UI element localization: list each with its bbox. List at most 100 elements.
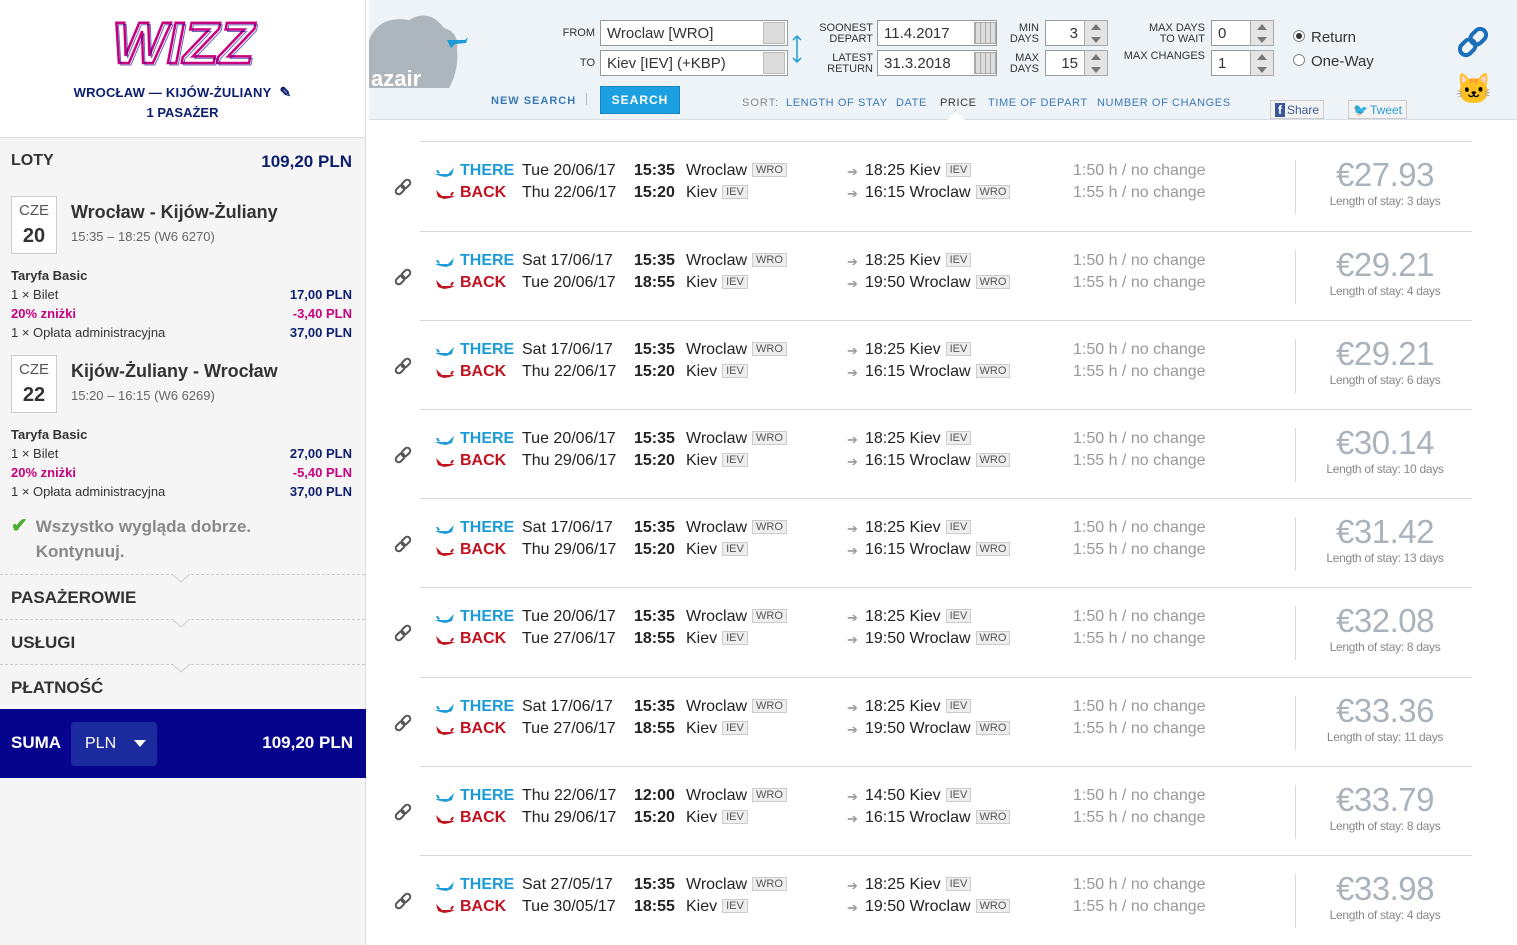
calendar-icon[interactable]	[974, 22, 996, 44]
max-changes-input[interactable]: 1	[1211, 50, 1251, 76]
wizz-logo[interactable]: WIZZ WIZZ	[0, 0, 365, 80]
tweet-button[interactable]: 🐦 Tweet	[1348, 100, 1407, 119]
max-wait-input[interactable]: 0	[1211, 20, 1251, 46]
max-days-input[interactable]: 15	[1045, 50, 1085, 76]
section-payment[interactable]: PŁATNOŚĆ	[0, 664, 365, 709]
depart-time: 15:20	[634, 541, 675, 558]
result-row[interactable]: THERE Tue 20/06/17 15:35 Wroclaw WRO ➔ 18:25 K…	[394, 409, 1472, 498]
price[interactable]: €29.21	[1300, 246, 1470, 284]
azair-logo[interactable]: azair	[369, 10, 469, 91]
result-row[interactable]: THERE Thu 22/06/17 12:00 Wroclaw WRO ➔ 14:50 K…	[394, 766, 1472, 855]
plane-back-icon	[436, 547, 455, 556]
return-radio-label[interactable]: Return	[1311, 29, 1356, 46]
price[interactable]: €33.98	[1300, 870, 1470, 908]
sort-price[interactable]: PRICE	[940, 97, 977, 109]
route-summary[interactable]: WROCŁAW — KIJÓW-ŻULIANY ✎	[0, 84, 365, 101]
arrow-right-icon: ➔	[847, 878, 858, 893]
result-row[interactable]: THERE Tue 20/06/17 15:35 Wroclaw WRO ➔ 18:25 K…	[394, 141, 1472, 230]
depart-time: 15:35	[634, 162, 675, 179]
oneway-radio-label[interactable]: One-Way	[1311, 53, 1374, 70]
arrival: 18:25 Kiev IEV	[865, 608, 972, 626]
segment-date: Sat 27/05/17	[522, 876, 613, 893]
price[interactable]: €33.79	[1300, 781, 1470, 819]
divider	[1295, 339, 1296, 393]
link-icon[interactable]	[393, 267, 413, 287]
airport-picker-icon[interactable]	[763, 52, 785, 74]
result-row[interactable]: THERE Sat 17/06/17 15:35 Wroclaw WRO ➔ 18:25 K…	[394, 498, 1472, 587]
arrival: 18:25 Kiev IEV	[865, 698, 972, 716]
segment-date: Tue 30/05/17	[522, 898, 616, 915]
segment-date: Tue 27/06/17	[522, 720, 616, 737]
depart-city: Wroclaw WRO	[686, 698, 787, 716]
calendar-icon[interactable]	[974, 52, 996, 74]
from-input[interactable]: Wroclaw [WRO]	[600, 20, 788, 46]
link-icon[interactable]	[393, 623, 413, 643]
max-wait-stepper[interactable]	[1250, 20, 1274, 46]
sort-length-of-stay[interactable]: LENGTH OF STAY	[786, 97, 888, 109]
link-icon[interactable]	[393, 802, 413, 822]
plane-out-icon	[435, 882, 454, 891]
back-segment: BACK Thu 22/06/17 15:20 Kiev IEV ➔ 16:15 Wrocl…	[435, 184, 1295, 205]
sort-time-of-depart[interactable]: TIME OF DEPART	[988, 97, 1088, 109]
airport-code: WRO	[975, 185, 1011, 199]
min-days-input[interactable]: 3	[1045, 20, 1085, 46]
leg-title: Kijów-Żuliany - Wrocław	[71, 361, 278, 381]
price[interactable]: €29.21	[1300, 335, 1470, 373]
edit-pencil-icon[interactable]: ✎	[279, 84, 291, 101]
depart-time: 15:20	[634, 452, 675, 469]
arrow-right-icon: ➔	[847, 164, 858, 179]
plane-back-icon	[436, 369, 455, 378]
oneway-radio[interactable]	[1293, 54, 1305, 66]
result-row[interactable]: THERE Sat 17/06/17 15:35 Wroclaw WRO ➔ 18:25 K…	[394, 231, 1472, 320]
duration: 1:50 h / no change	[1073, 608, 1206, 625]
direction-label: THERE	[460, 787, 515, 804]
price[interactable]: €31.42	[1300, 513, 1470, 551]
max-days-stepper[interactable]	[1084, 50, 1108, 76]
direction-label: BACK	[460, 630, 507, 647]
facebook-share-button[interactable]: f Share	[1270, 100, 1325, 119]
swap-arrows-icon[interactable]	[791, 34, 803, 64]
link-icon[interactable]	[393, 177, 413, 197]
link-icon[interactable]	[393, 891, 413, 911]
sort-number-of-changes[interactable]: NUMBER OF CHANGES	[1097, 97, 1231, 109]
leg-date-box: CZE 20	[11, 196, 57, 254]
result-row[interactable]: THERE Sat 17/06/17 15:35 Wroclaw WRO ➔ 18:25 K…	[394, 320, 1472, 409]
min-days-stepper[interactable]	[1084, 20, 1108, 46]
direction-label: THERE	[460, 608, 515, 625]
section-passengers[interactable]: PASAŻEROWIE	[0, 574, 365, 619]
segment-date: Sat 17/06/17	[522, 698, 613, 715]
airport-code: IEV	[945, 609, 972, 623]
sort-date[interactable]: DATE	[896, 97, 927, 109]
price[interactable]: €27.93	[1300, 156, 1470, 194]
airport-picker-icon[interactable]	[763, 22, 785, 44]
cat-mascot-icon[interactable]: 🐱	[1455, 72, 1492, 107]
arrow-right-icon: ➔	[847, 632, 858, 647]
price[interactable]: €30.14	[1300, 424, 1470, 462]
depart-time: 15:20	[634, 809, 675, 826]
result-row[interactable]: THERE Tue 20/06/17 15:35 Wroclaw WRO ➔ 18:25 K…	[394, 587, 1472, 676]
airport-code: IEV	[722, 542, 748, 556]
currency-select[interactable]: PLN	[71, 722, 157, 766]
new-search-link[interactable]: NEW SEARCH	[491, 95, 576, 107]
permalink-icon[interactable]	[1455, 24, 1491, 60]
price[interactable]: €33.36	[1300, 692, 1470, 730]
direction-label: BACK	[460, 274, 507, 291]
result-row[interactable]: THERE Sat 17/06/17 15:35 Wroclaw WRO ➔ 18:25 K…	[394, 677, 1472, 766]
to-input[interactable]: Kiev [IEV] (+KBP)	[600, 50, 788, 76]
result-row[interactable]: THERE Sat 27/05/17 15:35 Wroclaw WRO ➔ 18:25 K…	[394, 855, 1472, 944]
section-services[interactable]: USŁUGI	[0, 619, 365, 664]
search-button[interactable]: SEARCH	[600, 86, 680, 114]
max-changes-stepper[interactable]	[1250, 50, 1274, 76]
airport-code: IEV	[722, 364, 748, 378]
plane-out-icon	[435, 258, 454, 267]
price[interactable]: €32.08	[1300, 602, 1470, 640]
return-radio[interactable]	[1293, 30, 1305, 42]
link-icon[interactable]	[393, 534, 413, 554]
leg-day: 22	[22, 384, 46, 406]
airport-code: WRO	[975, 899, 1011, 913]
link-icon[interactable]	[393, 445, 413, 465]
segment-date: Tue 20/06/17	[522, 162, 616, 179]
link-icon[interactable]	[393, 356, 413, 376]
arrival: 14:50 Kiev IEV	[865, 787, 972, 805]
link-icon[interactable]	[393, 713, 413, 733]
